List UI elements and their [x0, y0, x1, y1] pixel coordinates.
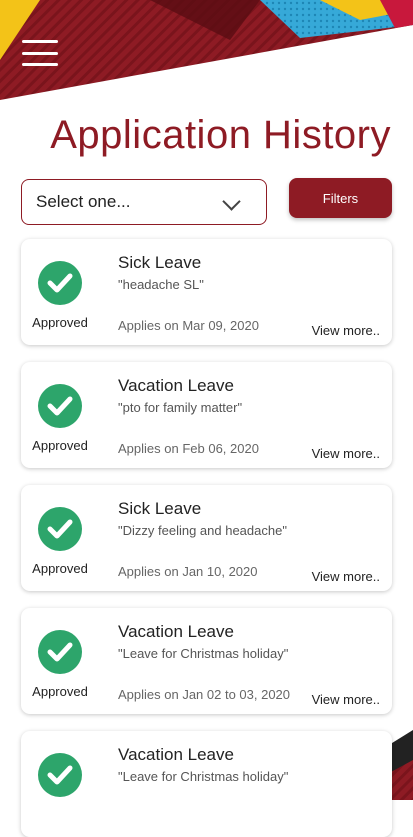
- check-icon: [38, 261, 82, 305]
- check-icon: [38, 384, 82, 428]
- leave-type: Sick Leave: [118, 499, 202, 518]
- status-label: Approved: [32, 561, 88, 576]
- status-label: Approved: [32, 438, 88, 453]
- leave-date: Applies on Feb 06, 2020: [118, 441, 259, 456]
- leave-reason: "pto for family matter": [118, 400, 243, 415]
- leave-reason: "headache SL": [118, 277, 204, 292]
- header-background: [0, 0, 413, 100]
- view-more-link[interactable]: View more..: [312, 569, 380, 584]
- leave-reason: "Dizzy feeling and headache": [118, 523, 287, 538]
- leave-reason: "Leave for Christmas holiday": [118, 769, 289, 784]
- filters-button[interactable]: Filters: [289, 178, 392, 218]
- chevron-down-icon: [222, 191, 241, 211]
- check-icon: [38, 753, 82, 797]
- leave-type: Sick Leave: [118, 253, 202, 272]
- leave-type: Vacation Leave: [118, 622, 234, 641]
- leave-type: Vacation Leave: [118, 745, 234, 764]
- status-select[interactable]: Select one...: [21, 179, 267, 225]
- leave-date: Applies on Jan 10, 2020: [118, 564, 258, 579]
- view-more-link[interactable]: View more..: [312, 323, 380, 338]
- leave-type: Vacation Leave: [118, 376, 234, 395]
- check-icon: [38, 507, 82, 551]
- check-icon: [38, 630, 82, 674]
- status-label: Approved: [32, 315, 88, 330]
- application-card[interactable]: Approved Sick Leave "Dizzy feeling and h…: [21, 485, 392, 591]
- application-card[interactable]: Vacation Leave "Leave for Christmas holi…: [21, 731, 392, 837]
- application-card[interactable]: Approved Vacation Leave "pto for family …: [21, 362, 392, 468]
- select-value: Select one...: [36, 192, 131, 211]
- application-card[interactable]: Approved Sick Leave "headache SL" Applie…: [21, 239, 392, 345]
- page-title: Application History: [50, 112, 391, 157]
- view-more-link[interactable]: View more..: [312, 446, 380, 461]
- leave-reason: "Leave for Christmas holiday": [118, 646, 289, 661]
- hamburger-menu-icon[interactable]: [22, 40, 58, 66]
- leave-date: Applies on Mar 09, 2020: [118, 318, 259, 333]
